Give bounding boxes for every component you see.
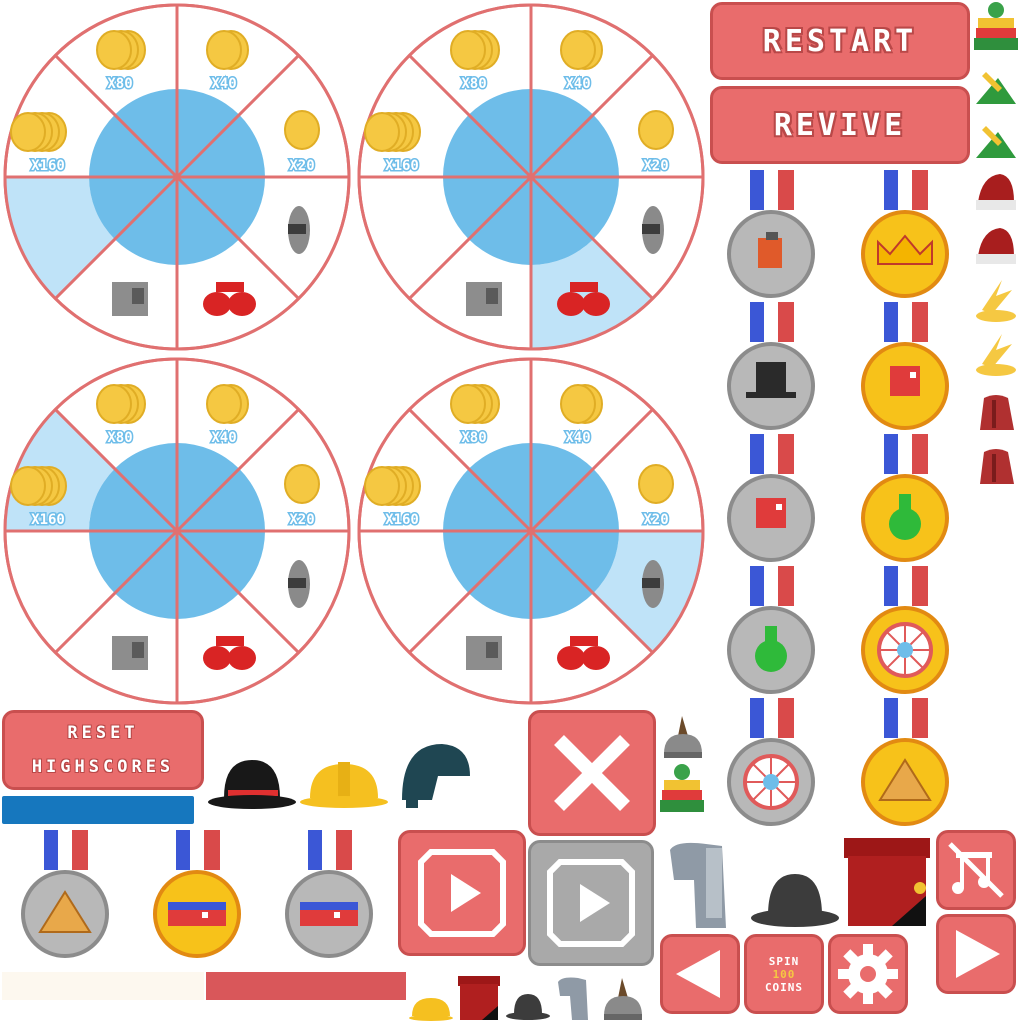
back-arrow-button[interactable] (660, 934, 740, 1014)
spin-wheel-4: X80 X40 X160 X20 (356, 356, 706, 706)
wheel-medal-icon (860, 564, 950, 694)
wheel-prize-label: X20 (643, 512, 668, 528)
play-button[interactable] (398, 830, 526, 956)
spin-label: SPIN (768, 954, 800, 968)
shield-icon (288, 206, 310, 254)
back-arrow-icon (676, 950, 720, 998)
santa-hat-icon-2 (976, 228, 1016, 264)
shield-icon (642, 560, 664, 608)
reset-label: RESET (67, 723, 139, 743)
spin-button[interactable]: SPIN 100 COINS (744, 934, 824, 1014)
wheel-prize-label: X40 (565, 76, 590, 92)
play-disabled-button[interactable] (528, 840, 654, 966)
gray-box-icon (466, 282, 502, 316)
bowler-hat-small-icon (506, 994, 550, 1020)
revive-label: REVIVE (773, 107, 907, 143)
beanie-hat-icon-2 (660, 764, 704, 812)
fez-hat-icon-2 (980, 449, 1014, 484)
gray-hood-small-icon (558, 977, 588, 1020)
runner-silver-medal-icon (726, 432, 816, 562)
wheel-prize-label: X160 (385, 158, 419, 174)
beanie-hat-icon (974, 2, 1018, 50)
highscores-label: HIGHSCORES (31, 757, 175, 777)
fire-hat-icon-2 (976, 334, 1016, 376)
wheel-prize-label: X80 (107, 430, 132, 446)
settings-button[interactable] (828, 934, 908, 1014)
gray-box-icon (466, 636, 502, 670)
guard-hat-small-icon (458, 976, 500, 1020)
fez-hat-icon (980, 395, 1014, 430)
guard-hat-icon (844, 838, 930, 926)
helmet-icon (402, 744, 470, 808)
restart-label: RESTART (762, 23, 918, 59)
gear-icon (838, 944, 898, 1004)
close-button[interactable] (528, 710, 656, 836)
wheel-prize-label: X160 (31, 158, 65, 174)
headband-medal-icon (152, 828, 242, 958)
santa-hat-icon (976, 174, 1016, 210)
wheel-prize-label: X160 (385, 512, 419, 528)
play-icon (418, 849, 506, 937)
progress-bar-fill (206, 972, 406, 1000)
hard-hat-icon (300, 762, 388, 808)
robin-hood-hat-icon (976, 72, 1016, 104)
bowler-hat-icon-2 (751, 874, 839, 927)
wheel-silver-medal-icon (726, 696, 816, 826)
forward-arrow-icon (956, 930, 1000, 978)
spin-currency: COINS (764, 980, 804, 994)
shield-icon (642, 206, 664, 254)
wheel-prize-label: X20 (289, 158, 314, 174)
wheel-prize-label: X40 (211, 430, 236, 446)
bowler-hat-icon (208, 760, 296, 809)
headband-silver-medal-icon (284, 828, 374, 958)
hard-hat-small-icon (409, 998, 453, 1021)
spin-wheel-3: X80 X40 X160 X20 (2, 356, 352, 706)
wheel-prize-label: X40 (211, 76, 236, 92)
potion-silver-medal-icon (726, 564, 816, 694)
wheel-prize-label: X20 (643, 158, 668, 174)
restart-button[interactable]: RESTART (710, 2, 970, 80)
pyramid-medal-icon (860, 696, 950, 826)
highscore-bar (2, 796, 194, 824)
pyramid-silver-medal-icon (20, 828, 110, 958)
runner-medal-icon (860, 300, 950, 430)
wheel-prize-label: X20 (289, 512, 314, 528)
shield-icon (288, 560, 310, 608)
potion-medal-icon (860, 432, 950, 562)
mute-icon (948, 842, 1004, 898)
mute-button[interactable] (936, 830, 1016, 910)
crown-medal-icon (860, 168, 950, 298)
revive-button[interactable]: REVIVE (710, 86, 970, 164)
gray-box-icon (112, 636, 148, 670)
play-disabled-icon (547, 859, 635, 947)
fire-hat-icon (976, 280, 1016, 322)
viking-helmet-icon (664, 716, 702, 758)
spin-cost: 100 (772, 967, 796, 981)
gray-hood-icon (670, 842, 726, 928)
wheel-prize-label: X40 (565, 430, 590, 446)
viking-helmet-small-icon (604, 978, 642, 1020)
close-icon (554, 735, 630, 811)
wheel-prize-label: X160 (31, 512, 65, 528)
progress-bar-empty (2, 972, 204, 1000)
top-hat-medal-icon (726, 300, 816, 430)
wheel-prize-label: X80 (107, 76, 132, 92)
forward-arrow-button[interactable] (936, 914, 1016, 994)
reset-highscores-button[interactable]: RESET HIGHSCORES (2, 710, 204, 790)
robin-hood-hat-icon-2 (976, 126, 1016, 158)
gray-box-icon (112, 282, 148, 316)
spin-wheel-1: X80 X40 X160 X20 (2, 2, 352, 352)
spin-wheel-2: X80 X40 X160 X20 (356, 2, 706, 352)
wheel-prize-label: X80 (461, 430, 486, 446)
gas-can-medal-icon (726, 168, 816, 298)
wheel-prize-label: X80 (461, 76, 486, 92)
